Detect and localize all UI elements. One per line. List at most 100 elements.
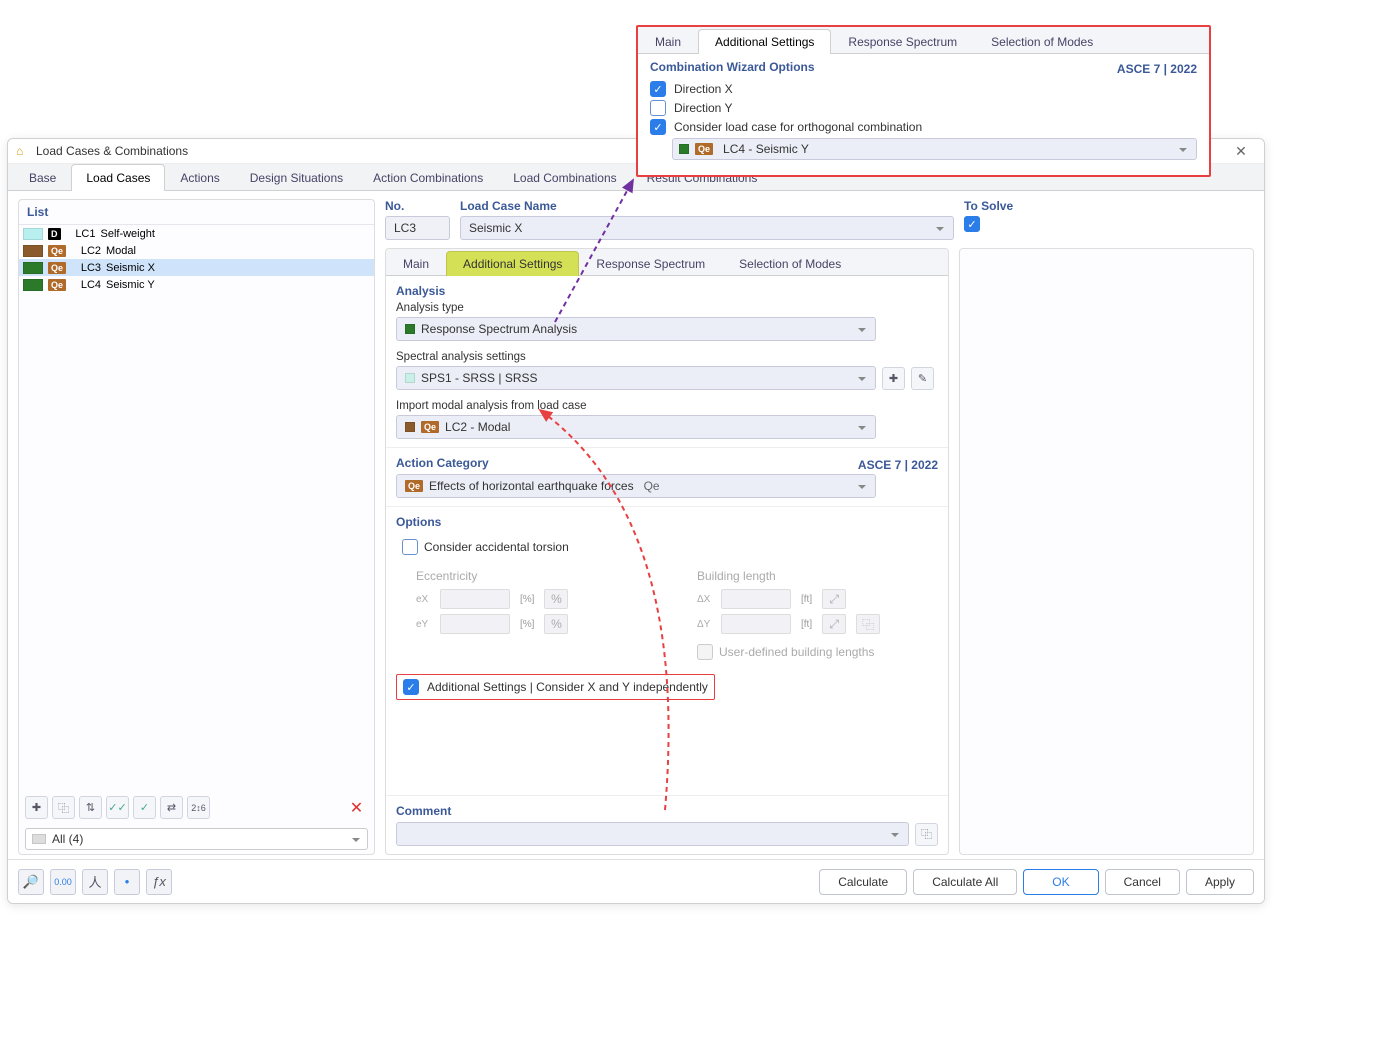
badge-qe: Qe (48, 262, 66, 274)
options-header: Options (396, 515, 938, 529)
uncheck-icon[interactable]: ✓ (133, 796, 156, 819)
analysis-type-label: Analysis type (396, 302, 938, 314)
apply-button[interactable]: Apply (1186, 869, 1254, 895)
new-icon[interactable]: ✚ (25, 796, 48, 819)
inner-tabrow: Main Additional Settings Response Spectr… (386, 249, 948, 276)
sort-icon[interactable]: ⇅ (79, 796, 102, 819)
cancel-button[interactable]: Cancel (1105, 869, 1180, 895)
action-cat-header: Action Category (396, 456, 489, 470)
check-icon[interactable]: ✓✓ (106, 796, 129, 819)
detail-panel: No. LC3 Load Case Name Seismic X To Solv… (385, 199, 1254, 855)
consider-checkbox[interactable] (650, 119, 666, 135)
tab-base[interactable]: Base (14, 164, 71, 191)
no-label: No. (385, 199, 450, 213)
analysis-header: Analysis (396, 284, 938, 298)
dx-pick-button[interactable]: ⤢ (822, 589, 846, 609)
diry-checkbox[interactable] (650, 100, 666, 116)
lc-name: Self-weight (101, 228, 371, 240)
spectral-dropdown[interactable]: SPS1 - SRSS | SRSS (396, 366, 876, 390)
userdef-checkbox (697, 644, 713, 660)
popout-tab-additional[interactable]: Additional Settings (698, 29, 831, 54)
spectral-label: Spectral analysis settings (396, 351, 938, 363)
dx-input[interactable] (721, 589, 791, 609)
struct-icon[interactable]: 人 (82, 869, 108, 895)
units-icon[interactable]: 0.00 (50, 869, 76, 895)
popout-tabrow: Main Additional Settings Response Spectr… (638, 27, 1209, 54)
tab-load-cases[interactable]: Load Cases (71, 164, 165, 191)
tab-action-combinations[interactable]: Action Combinations (358, 164, 498, 191)
ey-input[interactable] (440, 614, 510, 634)
lc4-value: LC4 - Seismic Y (723, 142, 809, 156)
load-case-list: D LC1 Self-weight Qe LC2 Modal Qe LC3 Se… (19, 225, 374, 791)
spectral-value: SPS1 - SRSS | SRSS (421, 371, 538, 385)
action-cat-dropdown[interactable]: Qe Effects of horizontal earthquake forc… (396, 474, 876, 498)
import-dropdown[interactable]: Qe LC2 - Modal (396, 415, 876, 439)
popout-panel: Main Additional Settings Response Spectr… (636, 25, 1211, 177)
analysis-type-dropdown[interactable]: Response Spectrum Analysis (396, 317, 876, 341)
action-cat-suffix: Qe (644, 479, 660, 493)
popout-tab-modes[interactable]: Selection of Modes (974, 29, 1110, 54)
filter-swatch (32, 834, 46, 844)
dot-icon[interactable]: • (114, 869, 140, 895)
edit-spectral-icon[interactable]: ✎ (911, 367, 934, 390)
tab-actions[interactable]: Actions (165, 164, 234, 191)
import-swatch (405, 422, 415, 432)
copy-lengths-button[interactable]: ⿻ (856, 614, 880, 634)
ok-button[interactable]: OK (1023, 869, 1098, 895)
torsion-checkbox[interactable] (402, 539, 418, 555)
tab-load-combinations[interactable]: Load Combinations (498, 164, 631, 191)
calculate-all-button[interactable]: Calculate All (913, 869, 1017, 895)
lc-id: LC1 (66, 228, 96, 240)
dialog-footer: 🔎 0.00 人 • ƒx Calculate Calculate All OK… (8, 859, 1264, 903)
help-icon[interactable]: 🔎 (18, 869, 44, 895)
tab-design-situations[interactable]: Design Situations (235, 164, 358, 191)
window-title: Load Cases & Combinations (36, 144, 188, 158)
ey-label: eY (416, 619, 434, 630)
innertab-selection-modes[interactable]: Selection of Modes (722, 251, 858, 276)
renumber-icon[interactable]: ⇄ (160, 796, 183, 819)
addsettings-checkbox[interactable] (403, 679, 419, 695)
delete-icon[interactable]: ✕ (345, 796, 368, 819)
popout-tab-response[interactable]: Response Spectrum (831, 29, 974, 54)
dy-input[interactable] (721, 614, 791, 634)
import-label: Import modal analysis from load case (396, 400, 938, 412)
list-item-lc2[interactable]: Qe LC2 Modal (19, 242, 374, 259)
badge-qe: Qe (48, 245, 66, 257)
no-input[interactable]: LC3 (385, 216, 450, 240)
new-spectral-icon[interactable]: ✚ (882, 367, 905, 390)
name-input[interactable]: Seismic X (460, 216, 954, 240)
ex-pct-button[interactable]: % (544, 589, 568, 609)
close-button[interactable]: ✕ (1218, 139, 1264, 163)
calculate-button[interactable]: Calculate (819, 869, 907, 895)
innertab-additional-settings[interactable]: Additional Settings (446, 251, 579, 276)
badge-qe: Qe (48, 279, 66, 291)
list-item-lc1[interactable]: D LC1 Self-weight (19, 225, 374, 242)
ey-pct-button[interactable]: % (544, 614, 568, 634)
copy-icon[interactable]: ⿻ (52, 796, 75, 819)
tosolve-checkbox[interactable] (964, 216, 980, 232)
lc4-dropdown[interactable]: Qe LC4 - Seismic Y (672, 138, 1197, 160)
list-item-lc4[interactable]: Qe LC4 Seismic Y (19, 276, 374, 293)
popout-tab-main[interactable]: Main (638, 29, 698, 54)
dy-pick-button[interactable]: ⤢ (822, 614, 846, 634)
innertab-response-spectrum[interactable]: Response Spectrum (579, 251, 722, 276)
action-cat-value: Effects of horizontal earthquake forces (429, 479, 634, 493)
filter-dropdown[interactable]: All (4) (25, 828, 368, 850)
ex-label: eX (416, 594, 434, 605)
tosolve-label: To Solve (964, 199, 1254, 213)
color-swatch (23, 262, 43, 274)
ex-input[interactable] (440, 589, 510, 609)
additional-settings-callout: Additional Settings | Consider X and Y i… (396, 674, 715, 700)
comment-library-icon[interactable]: ⿻ (915, 823, 938, 846)
comment-input[interactable] (396, 822, 909, 846)
reorder-icon[interactable]: 2↕6 (187, 796, 210, 819)
lc-id: LC4 (71, 279, 101, 291)
list-item-lc3[interactable]: Qe LC3 Seismic X (19, 259, 374, 276)
fx-icon[interactable]: ƒx (146, 869, 172, 895)
badge-qe: Qe (421, 421, 439, 433)
dx-label: ΔX (697, 594, 715, 605)
list-toolbar: ✚ ⿻ ⇅ ✓✓ ✓ ⇄ 2↕6 ✕ (19, 791, 374, 824)
dirx-checkbox[interactable] (650, 81, 666, 97)
innertab-main[interactable]: Main (386, 251, 446, 276)
diry-label: Direction Y (674, 101, 732, 115)
